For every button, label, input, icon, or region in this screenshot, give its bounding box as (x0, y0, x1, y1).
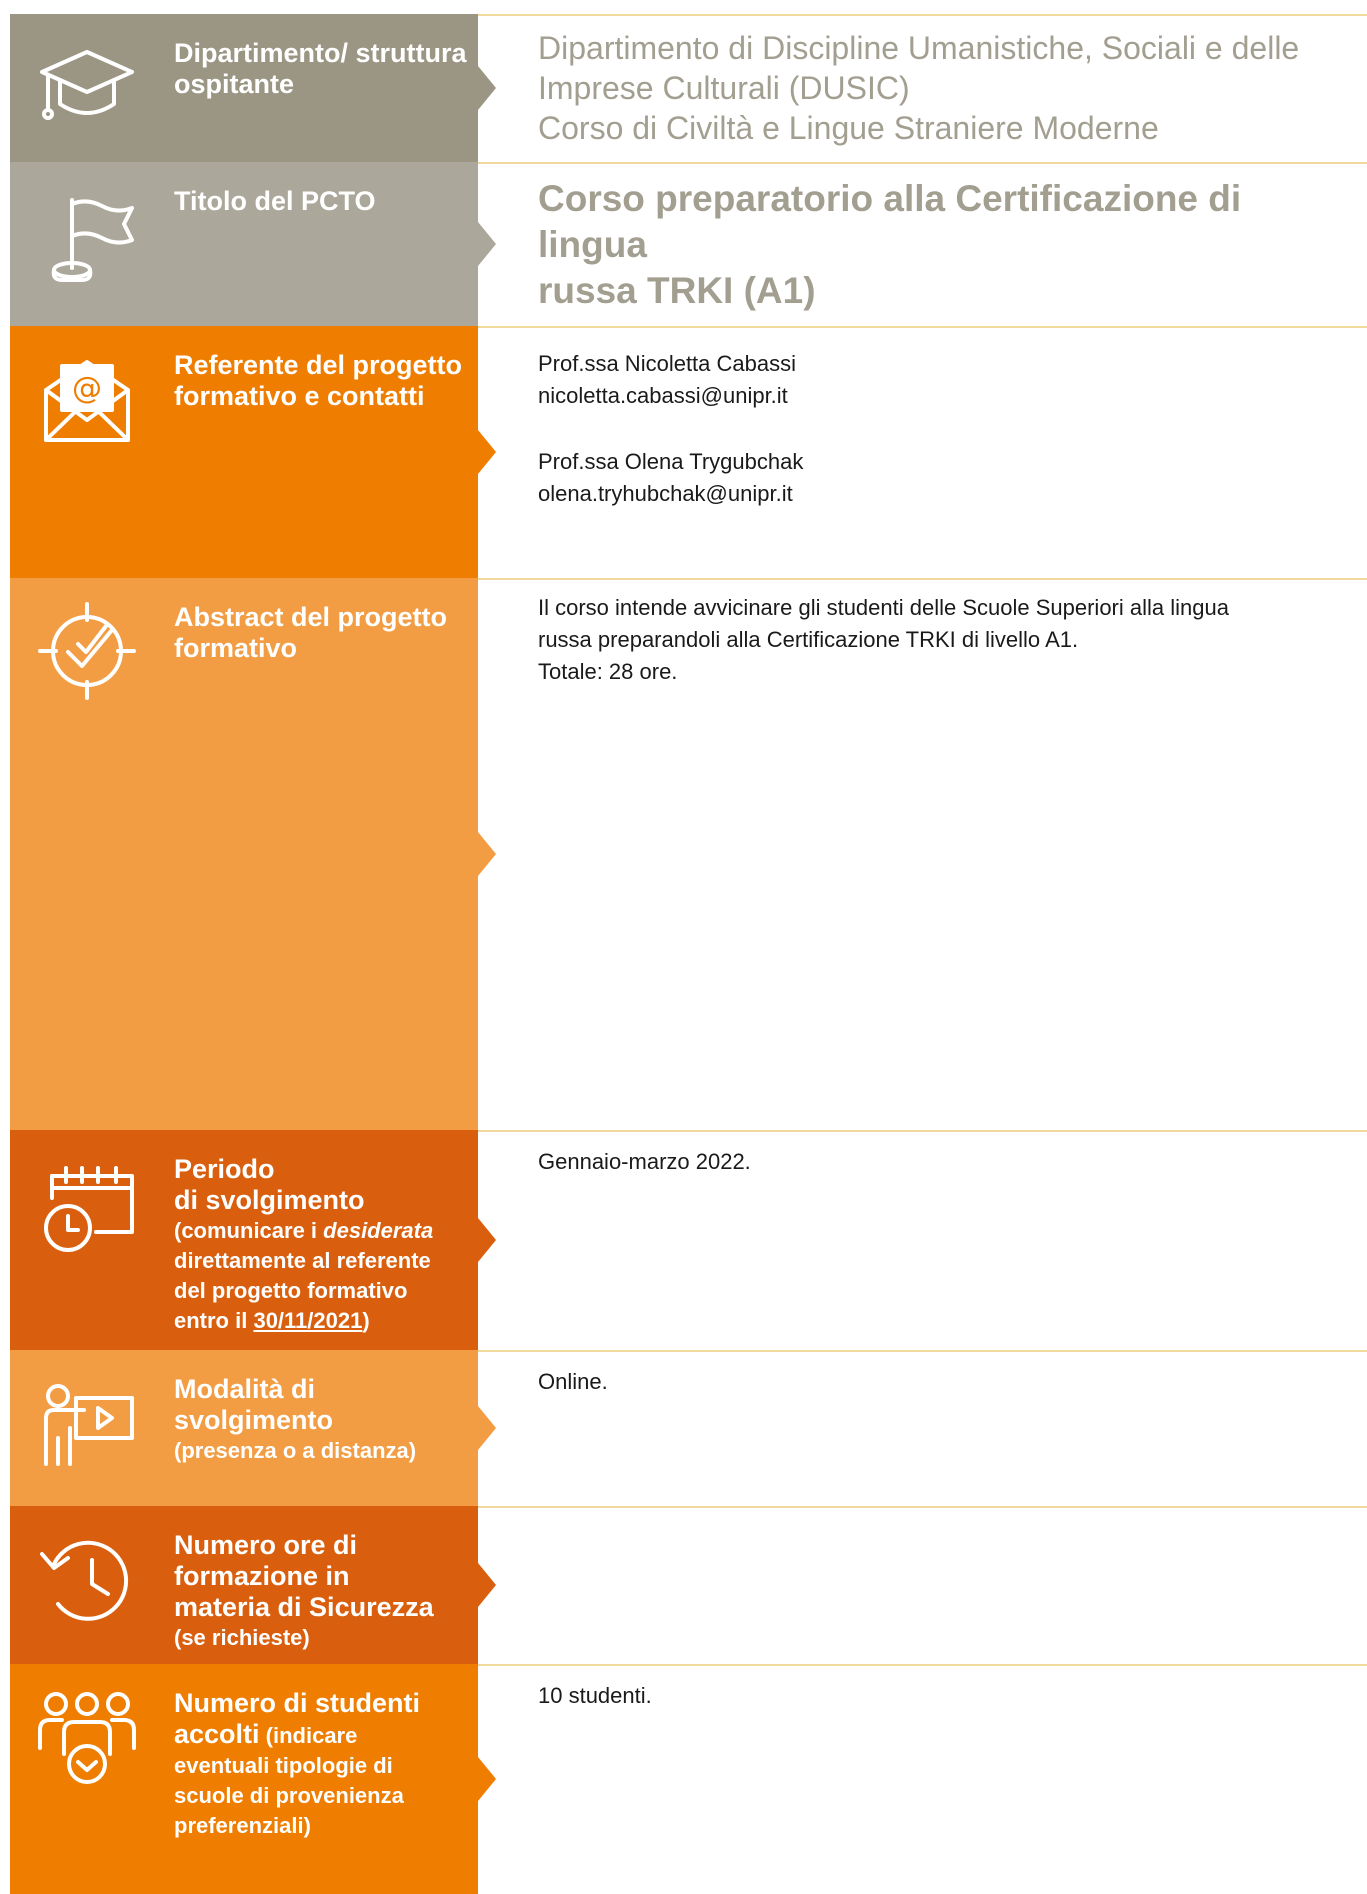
flag-icon (51, 198, 134, 282)
period-content: Gennaio-marzo 2022. (538, 1146, 1358, 1178)
row-safety: Numero ore di formazione in materia di S… (0, 1506, 1367, 1664)
contact2-email[interactable]: olena.tryhubchak@unipr.it (538, 478, 1358, 510)
contact1-name: Prof.ssa Nicoletta Cabassi (538, 351, 796, 376)
period-label: Periodo di svolgimento (comunicare i des… (174, 1154, 474, 1336)
abstract-line3: Totale: 28 ore. (538, 659, 678, 684)
contact1-email[interactable]: nicoletta.cabassi@unipr.it (538, 380, 1358, 412)
abstract-label-panel: Abstract del progetto formativo (10, 578, 496, 1130)
target-check-icon (38, 602, 136, 700)
mode-sublabel: (presenza o a distanza) (174, 1438, 417, 1463)
arrow-marker (478, 832, 496, 876)
mode-value: Online. (538, 1369, 608, 1394)
row-divider (478, 326, 1367, 328)
department-label-panel: Dipartimento/ struttura ospitante (10, 14, 496, 162)
period-sublabel: (comunicare i desiderata direttamente al… (174, 1218, 434, 1333)
title-label-panel: Titolo del PCTO (10, 162, 496, 326)
title-label: Titolo del PCTO (174, 186, 376, 216)
abstract-content: Il corso intende avvicinare gli studenti… (538, 592, 1358, 688)
arrow-marker (478, 1563, 496, 1607)
students-label: Numero di studenti accolti (indicare eve… (174, 1688, 474, 1841)
project-title-line2: russa TRKI (A1) (538, 270, 816, 311)
row-abstract: Abstract del progetto formativo Il corso… (0, 578, 1367, 1130)
row-divider (478, 1350, 1367, 1352)
safety-label: Numero ore di formazione in materia di S… (174, 1530, 474, 1653)
mode-label: Modalità di svolgimento (presenza o a di… (174, 1374, 474, 1466)
contacts-label: Referente del progetto formativo e conta… (174, 350, 463, 411)
row-divider (478, 1506, 1367, 1508)
students-value: 10 studenti. (538, 1683, 652, 1708)
department-name-line2: Imprese Culturali (DUSIC) (538, 70, 910, 106)
row-mode: Modalità di svolgimento (presenza o a di… (0, 1350, 1367, 1506)
mode-content: Online. (538, 1366, 1358, 1398)
arrow-marker (478, 430, 496, 474)
title-content: Corso preparatorio alla Certificazione d… (538, 176, 1358, 314)
row-divider (478, 1130, 1367, 1132)
period-value: Gennaio-marzo 2022. (538, 1149, 751, 1174)
row-title: Titolo del PCTO Corso preparatorio alla … (0, 162, 1367, 326)
calendar-clock-icon (44, 1166, 134, 1252)
envelope-icon: @ (44, 360, 130, 442)
arrow-marker (478, 1406, 496, 1450)
deadline-date: 30/11/2021 (253, 1308, 363, 1333)
group-icon (38, 1692, 136, 1784)
row-students: Numero di studenti accolti (indicare eve… (0, 1664, 1367, 1894)
course-name: Corso di Civiltà e Lingue Straniere Mode… (538, 110, 1159, 146)
row-divider (478, 578, 1367, 580)
students-sublabel: eventuali tipologie di scuole di proveni… (174, 1753, 404, 1838)
row-divider (478, 1664, 1367, 1666)
arrow-marker (478, 1757, 496, 1801)
project-title-line1: Corso preparatorio alla Certificazione d… (538, 178, 1242, 265)
students-content: 10 studenti. (538, 1680, 1358, 1712)
abstract-line2: russa preparandoli alla Certificazione T… (538, 627, 1079, 652)
row-divider (478, 162, 1367, 164)
arrow-marker (478, 1218, 496, 1262)
row-contacts: @ Referente del progetto formativo e con… (0, 326, 1367, 578)
graduation-cap-icon (40, 50, 134, 120)
presentation-icon (44, 1384, 134, 1466)
svg-text:@: @ (72, 371, 102, 406)
contacts-content: Prof.ssa Nicoletta Cabassi nicoletta.cab… (538, 348, 1358, 510)
students-label-panel: Numero di studenti accolti (indicare eve… (10, 1664, 496, 1894)
row-department: Dipartimento/ struttura ospitante Dipart… (0, 14, 1367, 162)
arrow-marker (478, 66, 496, 110)
row-divider (478, 14, 1367, 16)
period-label-panel: Periodo di svolgimento (comunicare i des… (10, 1130, 496, 1350)
department-label: Dipartimento/ struttura ospitante (174, 38, 467, 99)
mode-label-panel: Modalità di svolgimento (presenza o a di… (10, 1350, 496, 1506)
contacts-label-panel: @ Referente del progetto formativo e con… (10, 326, 496, 578)
department-name-line1: Dipartimento di Discipline Umanistiche, … (538, 30, 1300, 66)
abstract-label: Abstract del progetto formativo (174, 602, 448, 663)
history-clock-icon (40, 1540, 129, 1621)
safety-label-panel: Numero ore di formazione in materia di S… (10, 1506, 496, 1664)
safety-sublabel: (se richieste) (174, 1625, 310, 1650)
row-period: Periodo di svolgimento (comunicare i des… (0, 1130, 1367, 1350)
abstract-line1: Il corso intende avvicinare gli studenti… (538, 595, 1229, 620)
contact2-name: Prof.ssa Olena Trygubchak (538, 449, 804, 474)
arrow-marker (478, 222, 496, 266)
department-content: Dipartimento di Discipline Umanistiche, … (538, 28, 1358, 148)
